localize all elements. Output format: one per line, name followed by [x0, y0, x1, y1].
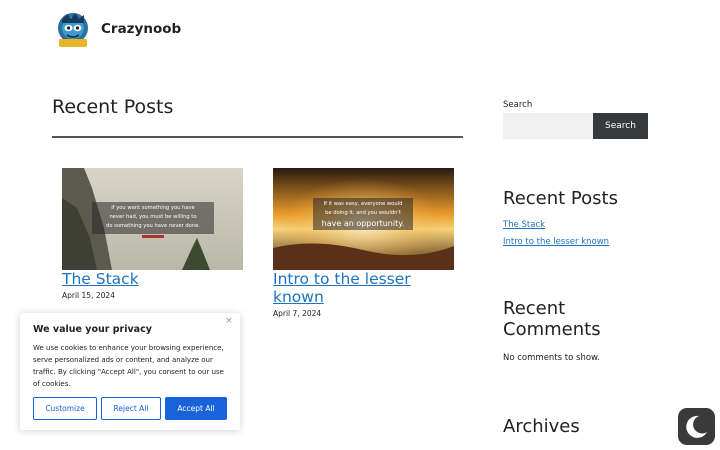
customize-button[interactable]: Customize [33, 397, 97, 420]
post-thumbnail-quote: do something you have never done. [106, 223, 200, 229]
site-header: Crazynoob [0, 0, 720, 62]
cookie-title: We value your privacy [33, 324, 152, 335]
post-thumbnail-quote: If it was easy, everyone would [324, 201, 403, 207]
cookie-description: We use cookies to enhance your browsing … [33, 344, 224, 388]
archives-heading: Archives [503, 416, 580, 437]
post-title-link[interactable]: The Stack [62, 270, 139, 288]
site-title[interactable]: Crazynoob [101, 21, 181, 37]
recent-posts-heading: Recent Posts [503, 188, 618, 209]
post-thumbnail-the-stack[interactable]: If you want something you have never had… [62, 168, 243, 270]
post-thumbnail-quote: be doing it, and you wouldn't [325, 210, 401, 216]
post-thumbnail-quote: have an opportunity. [322, 219, 405, 228]
accept-all-button[interactable]: Accept All [165, 397, 227, 420]
page-title: Recent Posts [52, 96, 174, 118]
search-input[interactable] [503, 113, 594, 139]
site-logo[interactable] [53, 10, 93, 50]
title-divider [52, 136, 463, 138]
post-title-link[interactable]: Intro to the lesser known [273, 270, 443, 306]
post-thumbnail-quote: If you want something you have [111, 205, 195, 211]
no-comments-text: No comments to show. [503, 353, 600, 363]
search-label: Search [503, 100, 533, 110]
cookie-consent-banner: We value your privacy × We use cookies t… [20, 313, 240, 430]
recent-post-link[interactable]: The Stack [503, 220, 545, 230]
moon-icon [686, 415, 707, 438]
post-date: April 7, 2024 [273, 309, 322, 318]
close-icon[interactable]: × [225, 316, 233, 326]
recent-post-link[interactable]: Intro to the lesser known [503, 237, 609, 247]
dark-mode-toggle[interactable] [678, 408, 715, 445]
post-date: April 15, 2024 [62, 291, 115, 300]
search-button[interactable]: Search [593, 113, 648, 139]
recent-comments-heading: Recent Comments [503, 298, 601, 340]
reject-all-button[interactable]: Reject All [101, 397, 161, 420]
post-thumbnail-intro[interactable]: If it was easy, everyone would be doing … [273, 168, 454, 270]
post-thumbnail-quote: never had, you must be willing to [109, 214, 196, 220]
